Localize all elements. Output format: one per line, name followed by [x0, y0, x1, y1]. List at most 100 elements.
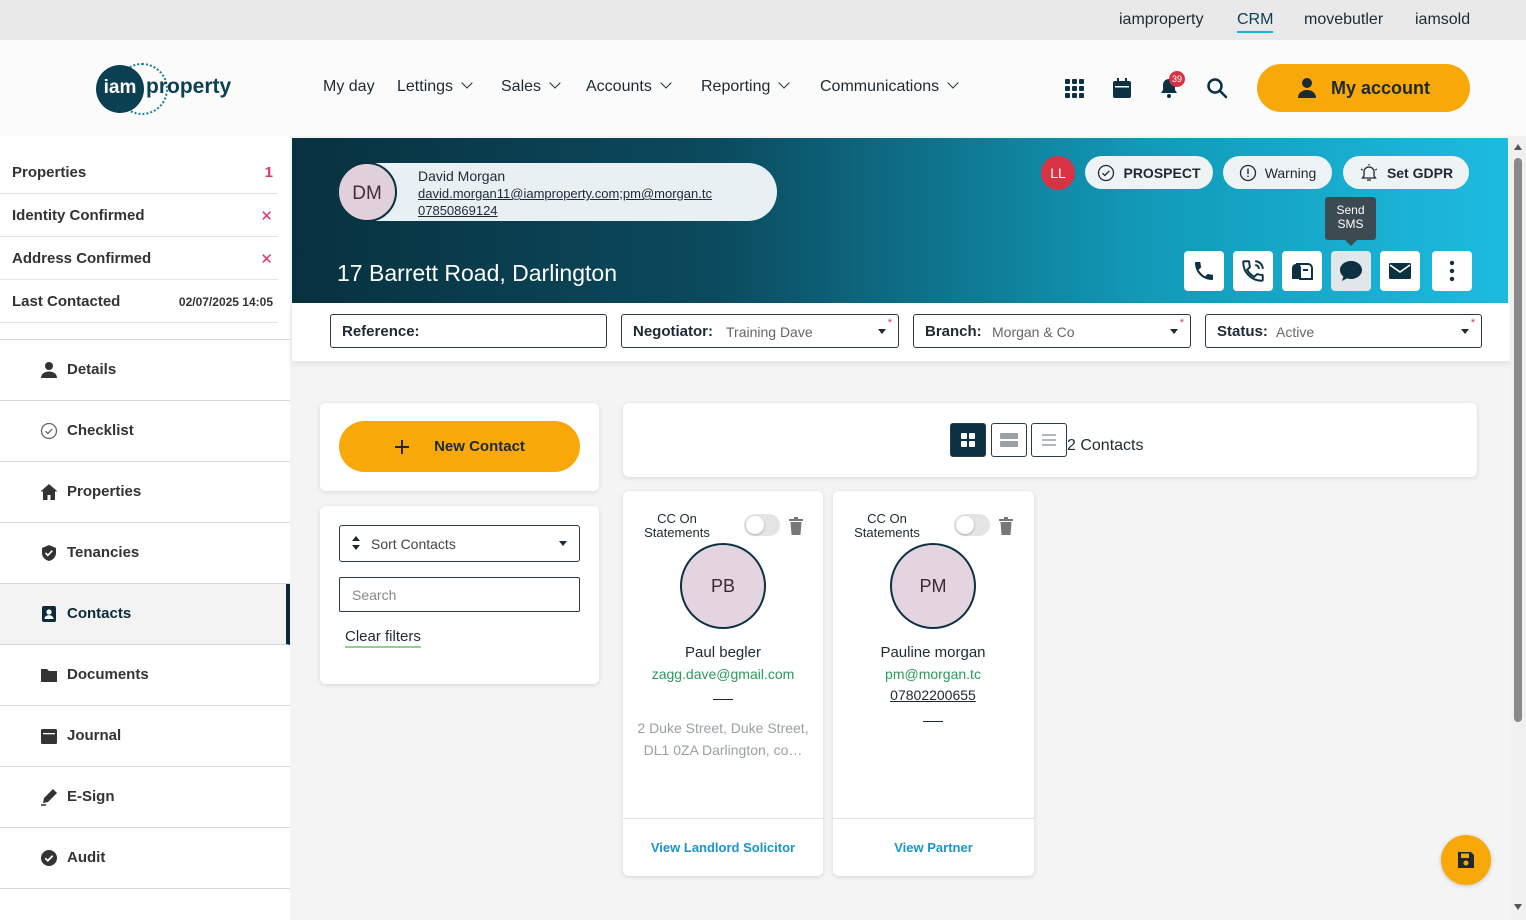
sidebar-item-label: Audit	[67, 849, 106, 866]
link-iamproperty[interactable]: iamproperty	[1119, 11, 1203, 29]
chat-bubble-icon	[1340, 261, 1362, 281]
tooltip-line: SMS	[1337, 217, 1364, 231]
contacts-count: 2 Contacts	[1067, 437, 1144, 454]
dropdown-arrow-icon	[1461, 329, 1469, 334]
rows-icon	[1000, 433, 1018, 447]
clear-filters-link[interactable]: Clear filters	[345, 628, 421, 648]
trash-icon[interactable]	[998, 517, 1014, 535]
sidebar-item-tenancies[interactable]: Tenancies	[0, 523, 290, 584]
tooltip-line: Send	[1336, 203, 1365, 217]
notification-badge: 39	[1169, 71, 1185, 87]
search-icon[interactable]	[1205, 76, 1229, 100]
search-input[interactable]	[339, 577, 580, 612]
phone-icon	[1195, 262, 1213, 280]
pen-icon	[41, 789, 57, 806]
contact-phone-link[interactable]: 07850869124	[418, 203, 498, 218]
home-icon	[40, 484, 58, 500]
nav-sales[interactable]: Sales	[501, 77, 561, 96]
prospect-button[interactable]: PROSPECT	[1085, 156, 1213, 189]
save-button[interactable]	[1441, 835, 1491, 885]
negotiator-select[interactable]: Negotiator: Training Dave *	[621, 314, 899, 348]
dropdown-arrow-icon	[559, 541, 567, 546]
letter-button[interactable]	[1282, 251, 1322, 291]
nav-sales-label: Sales	[501, 78, 542, 95]
scroll-up-arrow-icon[interactable]	[1514, 144, 1522, 150]
top-links-bar: iamproperty CRM movebutler iamsold	[0, 0, 1526, 40]
grid-icon	[961, 433, 975, 447]
link-crm[interactable]: CRM	[1237, 11, 1274, 33]
mailbox-icon	[1292, 263, 1313, 280]
branch-select[interactable]: Branch: Morgan & Co *	[913, 314, 1191, 348]
call-button[interactable]	[1184, 251, 1224, 291]
check-badge-icon	[41, 850, 57, 866]
nav-lettings[interactable]: Lettings	[397, 77, 473, 96]
sidebar-item-journal[interactable]: Journal	[0, 706, 290, 767]
view-partner-link[interactable]: View Partner	[833, 818, 1034, 876]
contact-email-link[interactable]: pm@morgan.tc	[833, 666, 1033, 682]
contact-name: Paul begler	[685, 644, 761, 661]
user-badge[interactable]: LL	[1041, 156, 1075, 190]
scroll-down-arrow-icon[interactable]	[1514, 904, 1522, 910]
nav-reporting-label: Reporting	[701, 78, 771, 95]
link-movebutler[interactable]: movebutler	[1304, 11, 1383, 29]
send-sms-button[interactable]	[1331, 251, 1371, 291]
nav-reporting[interactable]: Reporting	[701, 77, 791, 96]
required-marker: *	[1470, 317, 1475, 329]
view-landlord-solicitor-link[interactable]: View Landlord Solicitor	[623, 818, 823, 876]
sidebar-item-details[interactable]: Details	[0, 340, 290, 401]
more-options-button[interactable]	[1432, 251, 1472, 291]
nav-communications[interactable]: Communications	[820, 77, 959, 96]
nav-lettings-label: Lettings	[397, 78, 454, 95]
contact-email-link[interactable]: zagg.dave@gmail.com	[623, 666, 823, 682]
send-email-button[interactable]	[1380, 251, 1420, 291]
cc-on-statements-toggle[interactable]	[744, 514, 780, 536]
iam-property-logo[interactable]: iam property	[96, 63, 231, 115]
nav-my-day[interactable]: My day	[323, 78, 375, 96]
sidebar-item-label: Journal	[67, 727, 122, 744]
negotiator-label: Negotiator:	[633, 323, 713, 340]
card-list-view-button[interactable]	[991, 423, 1027, 457]
list-icon	[1042, 434, 1056, 446]
sidebar-item-checklist[interactable]: Checklist	[0, 401, 290, 462]
sidebar-item-contacts[interactable]: Contacts	[0, 584, 290, 645]
contact-name: Pauline morgan	[880, 644, 986, 661]
apps-grid-icon[interactable]	[1062, 76, 1086, 100]
status-select[interactable]: Status: Active *	[1205, 314, 1482, 348]
sort-contacts-select[interactable]: Sort Contacts	[339, 525, 580, 562]
nav-accounts[interactable]: Accounts	[586, 77, 672, 96]
list-view-button[interactable]	[1031, 423, 1067, 457]
stat-label: Identity Confirmed	[12, 207, 145, 224]
sidebar-item-e-sign[interactable]: E-Sign	[0, 767, 290, 828]
sidebar-item-properties[interactable]: Properties	[0, 462, 290, 523]
sidebar-item-documents[interactable]: Documents	[0, 645, 290, 706]
contact-phone-link[interactable]: 07802200655	[833, 687, 1033, 703]
toggle-knob	[746, 516, 764, 534]
user-icon	[1297, 78, 1316, 98]
stat-address-confirmed: Address Confirmed ✕	[0, 237, 278, 280]
cc-on-statements-label: CC On Statements	[854, 511, 920, 540]
new-contact-label: New Contact	[434, 438, 525, 455]
sort-contacts-value: Sort Contacts	[371, 536, 456, 552]
alarm-bell-icon	[1360, 163, 1378, 181]
my-account-button[interactable]: My account	[1257, 64, 1470, 112]
sidebar-item-audit[interactable]: Audit	[0, 828, 290, 889]
grid-view-button[interactable]	[950, 423, 986, 457]
cc-on-statements-toggle[interactable]	[954, 514, 990, 536]
new-contact-button[interactable]: New Contact	[339, 421, 580, 472]
contact-email-link[interactable]: david.morgan11@iamproperty.com;pm@morgan…	[418, 186, 712, 201]
warning-button[interactable]: Warning	[1223, 156, 1332, 189]
reference-label: Reference:	[342, 323, 420, 340]
sidebar-item-label: Checklist	[67, 422, 134, 439]
set-gdpr-button[interactable]: Set GDPR	[1343, 156, 1469, 189]
new-contact-card: New Contact	[320, 403, 599, 491]
person-icon	[41, 362, 57, 378]
calendar-icon[interactable]	[1110, 76, 1134, 100]
link-iamsold[interactable]: iamsold	[1415, 11, 1470, 29]
scrollbar-thumb[interactable]	[1514, 158, 1522, 722]
warning-label: Warning	[1264, 164, 1317, 181]
call-log-button[interactable]	[1233, 251, 1273, 291]
stat-last-contacted: Last Contacted 02/07/2025 14:05	[0, 280, 278, 323]
trash-icon[interactable]	[788, 517, 804, 535]
reference-field[interactable]: Reference:	[330, 314, 607, 348]
plus-icon	[395, 439, 410, 454]
